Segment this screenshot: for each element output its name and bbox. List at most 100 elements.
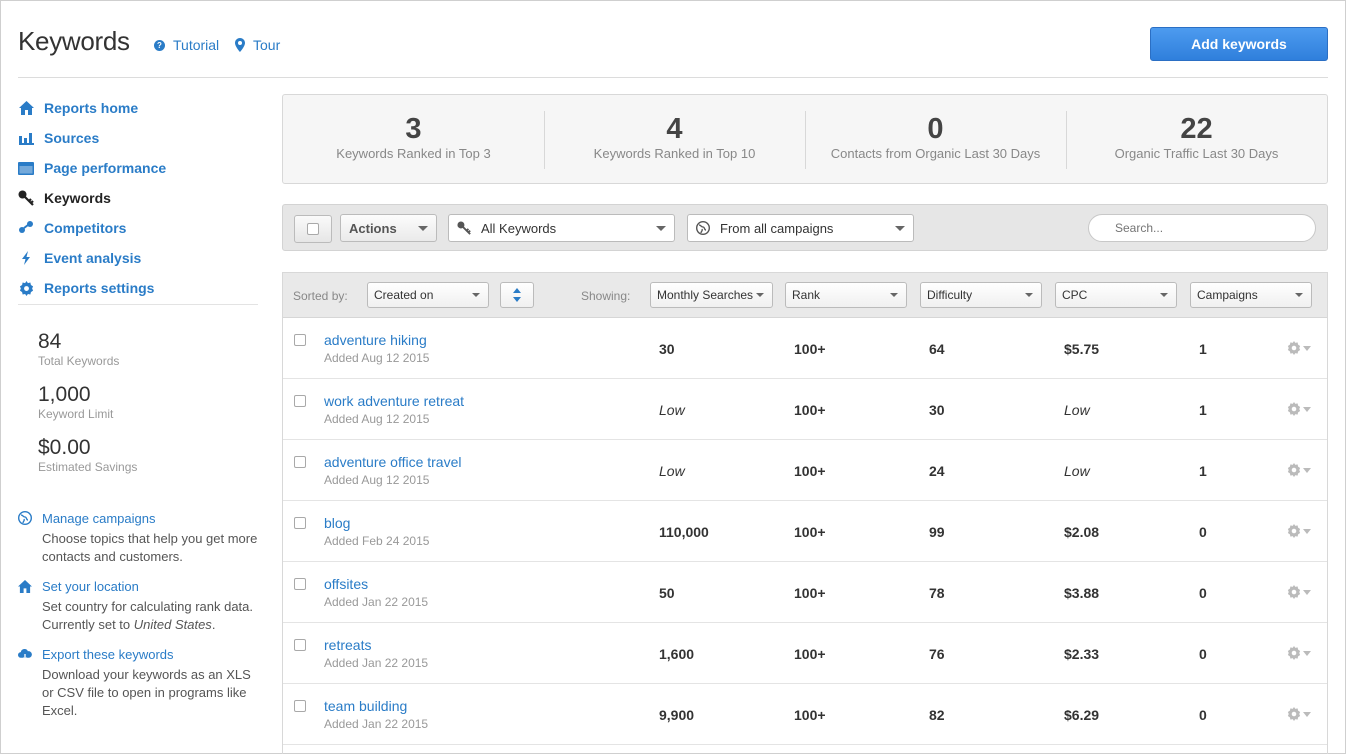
table-row: blog Added Feb 24 2015 110,000 100+ 99 $…	[283, 501, 1327, 562]
chevron-down-icon	[895, 226, 905, 231]
sidebar-item-competitors[interactable]: Competitors	[18, 213, 258, 243]
row-settings-menu[interactable]	[1287, 524, 1311, 538]
row-checkbox[interactable]	[294, 456, 306, 468]
lightning-icon	[18, 250, 34, 266]
row-settings-menu[interactable]	[1287, 402, 1311, 416]
sidebar-divider	[18, 304, 258, 305]
select-all-checkbox[interactable]	[294, 215, 332, 243]
summary-top3: 3 Keywords Ranked in Top 3	[283, 95, 544, 183]
cpc-cell: $2.08	[1064, 524, 1100, 540]
column-select-campaigns[interactable]: Campaigns	[1190, 282, 1312, 308]
chevron-down-icon	[1303, 650, 1311, 656]
row-settings-menu[interactable]	[1287, 341, 1311, 355]
summary-value: 0	[927, 113, 944, 145]
summary-label: Contacts from Organic Last 30 Days	[830, 146, 1041, 161]
sidebar-nav: Reports home Sources Page performance Ke…	[18, 93, 258, 303]
sort-direction-button[interactable]	[500, 282, 534, 308]
help-body-suffix: .	[211, 617, 216, 632]
cpc-cell: $3.88	[1064, 585, 1100, 601]
table-row: offsites Added Jan 22 2015 50 100+ 78 $3…	[283, 562, 1327, 623]
tutorial-link[interactable]: ? Tutorial	[154, 37, 219, 53]
help-title: Manage campaigns	[42, 510, 156, 526]
table-row: adventure office travel Added Aug 12 201…	[283, 440, 1327, 501]
keyword-link[interactable]: adventure hiking	[324, 332, 427, 348]
keyword-link[interactable]: adventure office travel	[324, 454, 462, 470]
keyword-link[interactable]: team building	[324, 698, 407, 714]
sidebar-item-reports-settings[interactable]: Reports settings	[18, 273, 258, 303]
keyword-link[interactable]: blog	[324, 515, 350, 531]
table-row: adventure hiking Added Aug 12 2015 30 10…	[283, 318, 1327, 379]
chevron-down-icon	[1303, 589, 1311, 595]
help-body: Download your keywords as an XLS or CSV …	[42, 667, 251, 718]
cpc-cell: $6.29	[1064, 707, 1100, 723]
table-row: work adventure retreat Added Aug 12 2015…	[283, 379, 1327, 440]
column-select-rank[interactable]: Rank	[785, 282, 907, 308]
row-checkbox[interactable]	[294, 639, 306, 651]
table-body: adventure hiking Added Aug 12 2015 30 10…	[283, 318, 1327, 745]
sidebar-item-page-performance[interactable]: Page performance	[18, 153, 258, 183]
globe-icon	[18, 511, 32, 525]
actions-dropdown[interactable]: Actions	[340, 214, 437, 242]
row-checkbox[interactable]	[294, 395, 306, 407]
rank-cell: 100+	[794, 646, 826, 662]
sidebar-item-event-analysis[interactable]: Event analysis	[18, 243, 258, 273]
monthly-searches-cell: 1,600	[659, 646, 695, 662]
row-checkbox[interactable]	[294, 517, 306, 529]
keyword-link[interactable]: offsites	[324, 576, 368, 592]
keyword-filter-dropdown[interactable]: All Keywords	[448, 214, 675, 242]
row-checkbox[interactable]	[294, 700, 306, 712]
campaign-filter-dropdown[interactable]: From all campaigns	[687, 214, 914, 242]
column-select-difficulty[interactable]: Difficulty	[920, 282, 1042, 308]
gear-icon	[1287, 646, 1301, 660]
keyword-added-date: Added Aug 12 2015	[324, 412, 430, 426]
keyword-limit-value: 1,000	[38, 383, 91, 406]
gear-icon	[1287, 402, 1301, 416]
chevron-down-icon	[1025, 293, 1033, 297]
row-settings-menu[interactable]	[1287, 646, 1311, 660]
sort-dropdown[interactable]: Created on	[367, 282, 489, 308]
keyword-link[interactable]: retreats	[324, 637, 371, 653]
gear-icon	[1287, 707, 1301, 721]
chevron-down-icon	[1303, 345, 1311, 351]
chevron-down-icon	[418, 226, 428, 231]
row-checkbox[interactable]	[294, 334, 306, 346]
row-checkbox[interactable]	[294, 578, 306, 590]
chevron-down-icon	[472, 293, 480, 297]
campaigns-cell: 1	[1199, 341, 1207, 357]
monthly-searches-cell: Low	[659, 463, 685, 479]
monthly-searches-cell: 30	[659, 341, 675, 357]
row-settings-menu[interactable]	[1287, 707, 1311, 721]
rank-cell: 100+	[794, 585, 826, 601]
campaigns-cell: 0	[1199, 646, 1207, 662]
monthly-searches-cell: Low	[659, 402, 685, 418]
sidebar-item-reports-home[interactable]: Reports home	[18, 93, 258, 123]
sidebar-item-sources[interactable]: Sources	[18, 123, 258, 153]
help-title: Export these keywords	[42, 646, 174, 662]
key-icon	[457, 221, 471, 235]
row-settings-menu[interactable]	[1287, 463, 1311, 477]
keyword-link[interactable]: work adventure retreat	[324, 393, 464, 409]
keyword-limit-label: Keyword Limit	[38, 407, 114, 421]
monthly-searches-cell: 50	[659, 585, 675, 601]
showing-label: Showing:	[581, 289, 631, 303]
search-input[interactable]	[1088, 214, 1316, 242]
row-settings-menu[interactable]	[1287, 585, 1311, 599]
rank-cell: 100+	[794, 463, 826, 479]
difficulty-cell: 78	[929, 585, 945, 601]
add-keywords-button[interactable]: Add keywords	[1150, 27, 1328, 61]
summary-value: 4	[666, 113, 683, 145]
monthly-searches-cell: 9,900	[659, 707, 695, 723]
column-select-cpc[interactable]: CPC	[1055, 282, 1177, 308]
manage-campaigns-link[interactable]: Manage campaigns	[18, 509, 263, 527]
help-body: Set country for calculating rank data. C…	[42, 598, 263, 634]
chevron-down-icon	[1303, 467, 1311, 473]
set-location-link[interactable]: Set your location	[18, 577, 263, 595]
filter-bar: Actions All Keywords From all campaigns	[282, 204, 1328, 251]
tour-link[interactable]: Tour	[235, 37, 280, 53]
export-keywords-link[interactable]: Export these keywords	[18, 645, 263, 663]
help-manage-campaigns: Manage campaigns Choose topics that help…	[18, 509, 263, 566]
keyword-stats: 84 Total Keywords 1,000 Keyword Limit $0…	[38, 330, 137, 489]
column-select-monthly-searches[interactable]: Monthly Searches	[650, 282, 773, 308]
sidebar-item-keywords[interactable]: Keywords	[18, 183, 258, 213]
help-export-keywords: Export these keywords Download your keyw…	[18, 645, 263, 720]
